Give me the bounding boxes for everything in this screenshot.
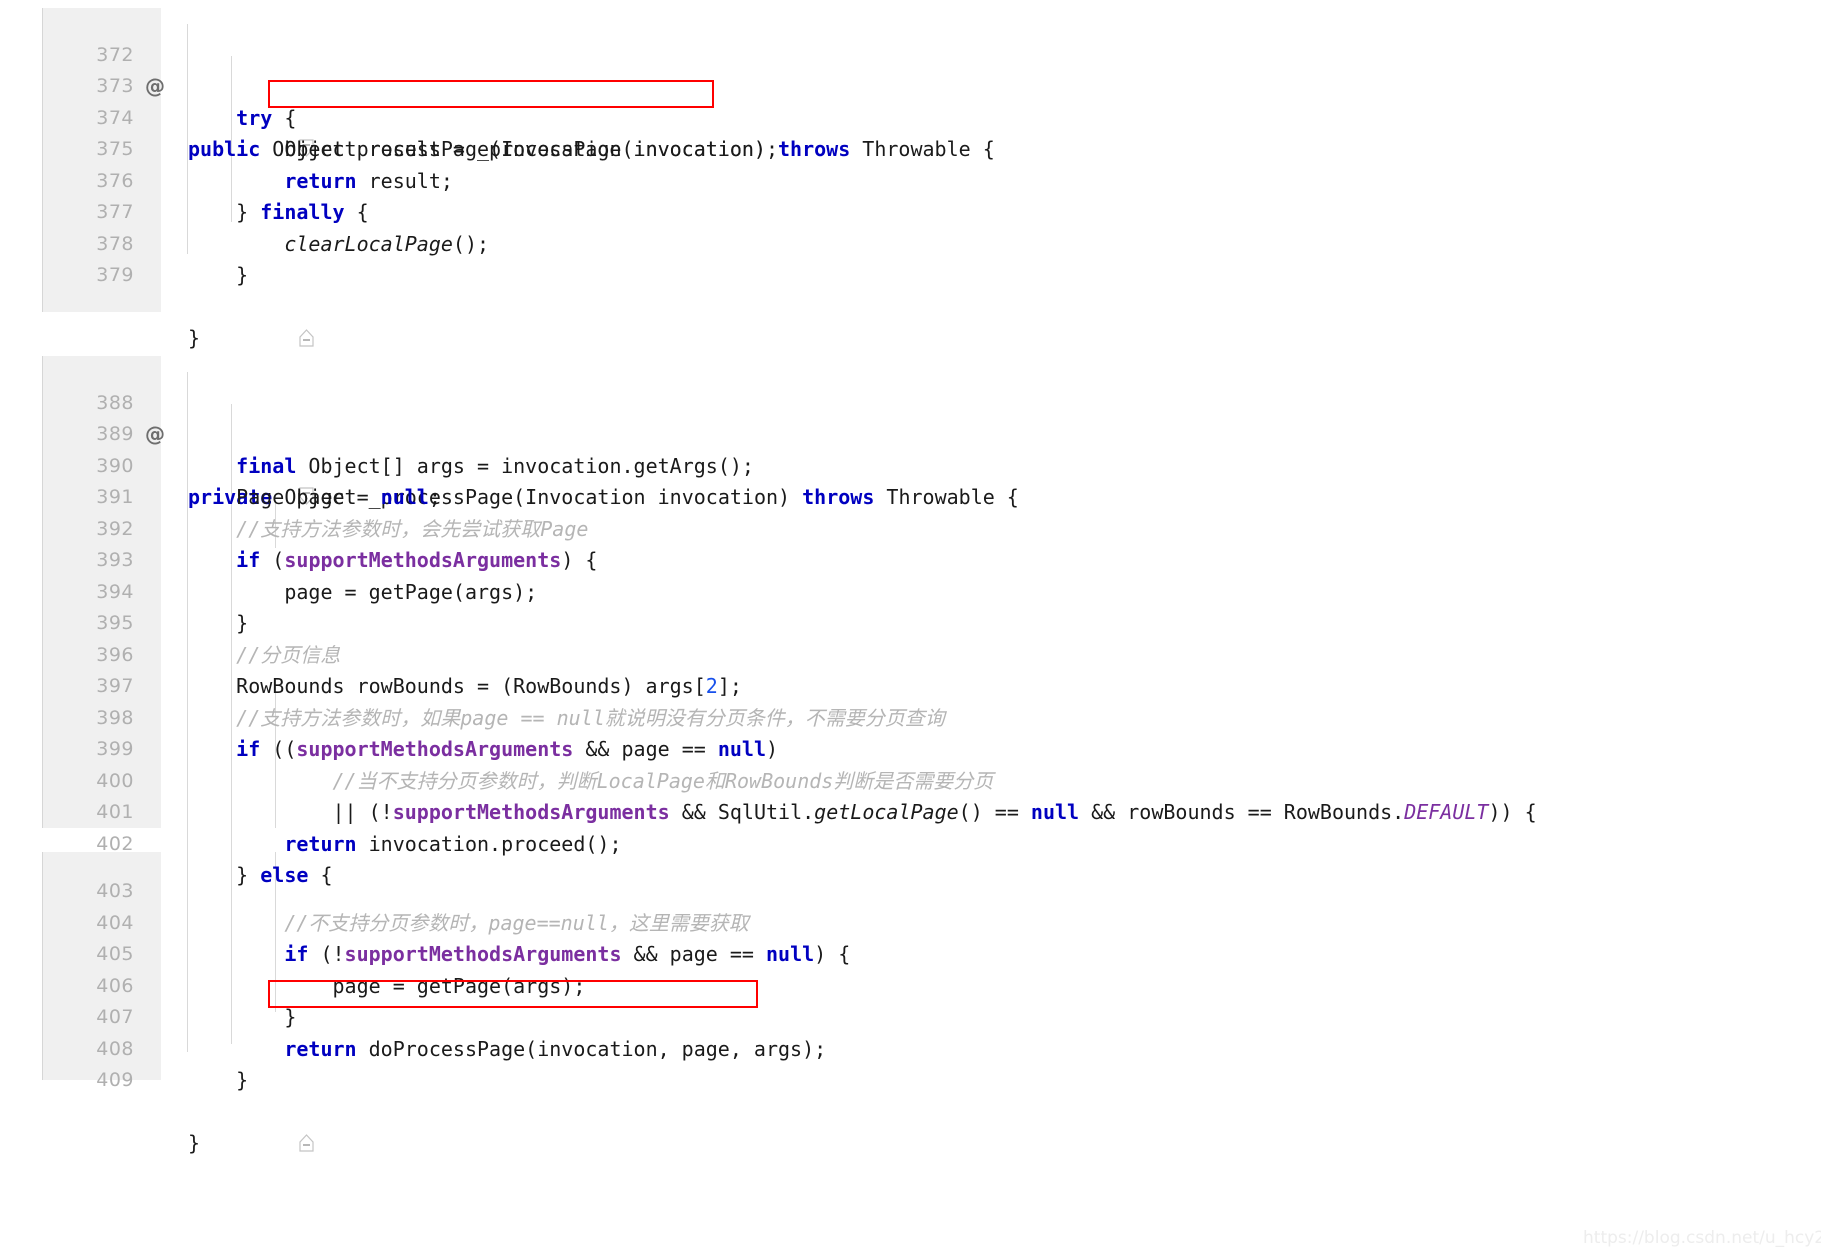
code-text: } [188, 326, 201, 350]
code-line[interactable]: 377 clearLocalPage(); [0, 166, 1821, 256]
code-line[interactable]: 390 Page page = null; [0, 419, 1821, 510]
code-text: } [188, 1068, 249, 1092]
code-editor-viewport: 372 @ public Object processPage(Invocati… [0, 0, 1821, 1256]
code-block-_processPage: 388 @ private Object _processPage(Invoca… [0, 356, 1821, 1155]
code-line[interactable]: 391 //支持方法参数时，会先尝试获取Page [0, 451, 1821, 541]
code-line[interactable]: 378 } [0, 197, 1821, 288]
fold-end-icon[interactable] [176, 1097, 315, 1152]
watermark-text: https://blog.csdn.net/u_hcy2000 [1583, 1228, 1821, 1248]
code-line[interactable]: 394 } [0, 545, 1821, 636]
code-line[interactable]: 405 page = getPage(args); [0, 908, 1821, 998]
code-line[interactable]: 397 //支持方法参数时，如果page == null就说明没有分页条件，不需… [0, 640, 1821, 730]
code-line[interactable]: 403 //不支持分页参数时，page==null，这里需要获取 [0, 845, 1821, 935]
code-line[interactable]: 406 } [0, 939, 1821, 1030]
elided-gap [0, 829, 1821, 845]
line-number: 379 [96, 264, 134, 286]
code-line[interactable]: 407 return doProcessPage(invocation, pag… [0, 971, 1821, 1061]
code-line[interactable]: 373 try { [0, 40, 1821, 130]
code-line[interactable]: 393 page = getPage(args); [0, 514, 1821, 604]
code-line[interactable]: 374 Object result = _processPage(invocat… [0, 71, 1821, 162]
code-line[interactable]: 398 if ((supportMethodsArguments && page… [0, 671, 1821, 762]
code-line[interactable]: 375 return result; [0, 103, 1821, 193]
code-line[interactable]: 409 } [0, 1034, 1821, 1155]
code-text: } [188, 1131, 201, 1155]
code-line[interactable]: 401 return invocation.proceed(); [0, 766, 1821, 856]
code-line[interactable]: 392 if (supportMethodsArguments) { [0, 482, 1821, 573]
code-line[interactable]: 388 @ private Object _processPage(Invoca… [0, 356, 1821, 510]
code-text: } [188, 263, 249, 287]
code-block-processPage: 372 @ public Object processPage(Invocati… [0, 8, 1821, 350]
code-line[interactable]: 400 || (!supportMethodsArguments && SqlU… [0, 734, 1821, 825]
code-line[interactable]: 399 //当不支持分页参数时，判断LocalPage和RowBounds判断是… [0, 703, 1821, 793]
code-line[interactable]: 376 } finally { [0, 134, 1821, 225]
code-line[interactable]: 396 RowBounds rowBounds = (RowBounds) ar… [0, 608, 1821, 699]
code-line[interactable]: 389 final Object[] args = invocation.get… [0, 388, 1821, 478]
code-line[interactable]: 395 //分页信息 [0, 577, 1821, 667]
code-line[interactable]: 379 } [0, 229, 1821, 350]
fold-end-icon[interactable] [176, 292, 315, 347]
code-line[interactable]: 402 } else { [0, 797, 1821, 888]
code-line[interactable]: 404 if (!supportMethodsArguments && page… [0, 876, 1821, 967]
line-number: 409 [96, 1069, 134, 1091]
code-line[interactable]: 372 @ public Object processPage(Invocati… [0, 8, 1821, 162]
code-line[interactable]: 408 } [0, 1002, 1821, 1093]
